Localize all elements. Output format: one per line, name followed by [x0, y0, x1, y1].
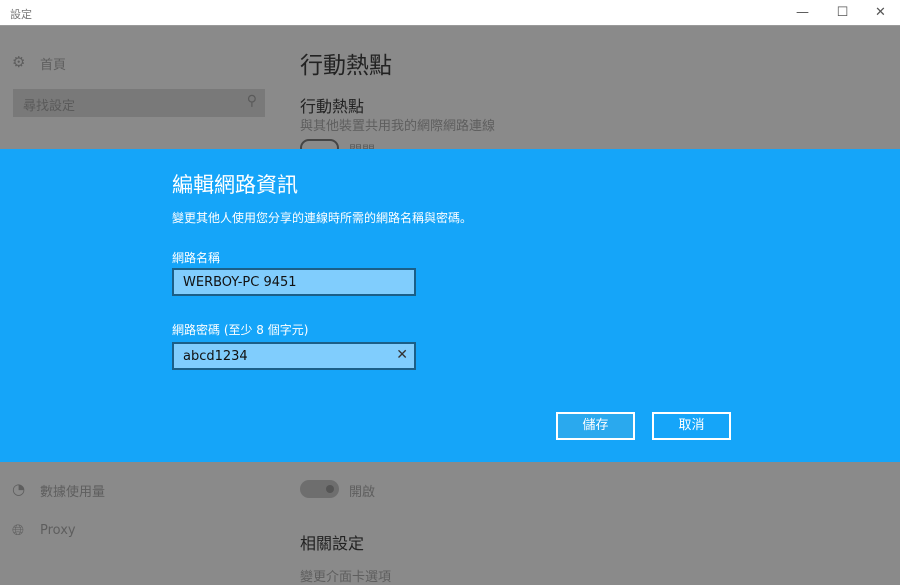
sidebar-item-proxy[interactable]: Proxy: [40, 523, 76, 538]
password-value: abcd1234: [183, 349, 248, 364]
save-button[interactable]: 儲存: [556, 412, 635, 440]
related-settings-title: 相關設定: [300, 534, 365, 553]
clear-icon[interactable]: ✕: [396, 347, 408, 363]
search-placeholder: 尋找設定: [23, 99, 76, 114]
pie-chart-icon: ◔: [12, 480, 26, 498]
network-name-label: 網路名稱: [172, 251, 221, 265]
dialog-title: 編輯網路資訊: [172, 173, 298, 197]
close-button[interactable]: ✕: [858, 0, 900, 26]
toggle2-state: 開啟: [349, 485, 376, 500]
network-name-input[interactable]: WERBOY-PC 9451: [172, 268, 416, 296]
section-title: 行動熱點: [300, 97, 365, 116]
network-password-label: 網路密碼 (至少 8 個字元): [172, 323, 309, 337]
remote-toggle[interactable]: [300, 480, 339, 498]
network-password-input[interactable]: abcd1234 ✕: [172, 342, 416, 370]
gear-icon: ⚙: [12, 53, 26, 71]
page-title: 行動熱點: [300, 53, 392, 79]
dialog-description: 變更其他人使用您分享的連線時所需的網路名稱與密碼。: [172, 211, 473, 225]
edit-network-dialog: 編輯網路資訊 變更其他人使用您分享的連線時所需的網路名稱與密碼。 網路名稱 WE…: [0, 149, 900, 462]
cancel-button[interactable]: 取消: [652, 412, 731, 440]
sidebar-item-data-usage[interactable]: 數據使用量: [40, 481, 105, 500]
minimize-button[interactable]: —: [780, 0, 825, 26]
section-desc: 與其他裝置共用我的網際網路連線: [300, 119, 496, 134]
window-title: 設定: [10, 8, 32, 21]
globe-icon: 🌐︎: [12, 521, 25, 539]
sidebar-home[interactable]: 首頁: [40, 54, 66, 73]
title-bar: 設定 — ☐ ✕: [0, 0, 900, 26]
search-input[interactable]: 尋找設定 ⚲: [13, 89, 265, 117]
search-icon: ⚲: [246, 93, 257, 109]
adapter-options-link[interactable]: 變更介面卡選項: [300, 566, 391, 585]
